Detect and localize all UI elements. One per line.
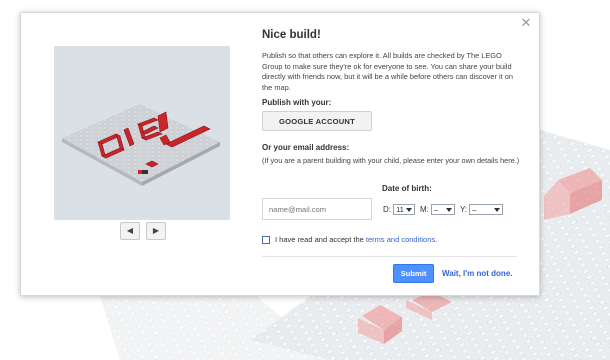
year-label: Y: [460, 205, 468, 214]
parent-note: (If you are a parent building with your … [262, 156, 520, 165]
dob-year-group: Y: – [460, 204, 504, 215]
terms-link[interactable]: terms and conditions [366, 235, 435, 244]
arrow-left-icon: ◀ [126, 226, 134, 235]
dob-label: Date of birth: [382, 184, 432, 193]
month-label: M: [420, 205, 429, 214]
day-select[interactable]: 11 [393, 204, 416, 215]
day-label: D: [383, 205, 391, 214]
dialog-description: Publish so that others can explore it. A… [262, 51, 513, 92]
arrow-right-icon: ▶ [152, 226, 160, 235]
build-preview: ◀ ▶ [54, 46, 230, 240]
terms-row: I have read and accept the terms and con… [262, 235, 438, 245]
publish-with-label: Publish with your: [262, 98, 332, 107]
next-view-button[interactable]: ▶ [146, 222, 166, 240]
dialog-title: Nice build! [262, 29, 321, 41]
publish-dialog: ✕ ◀ ▶ Nice build! Publish so that others… [20, 12, 540, 296]
google-account-button[interactable]: GOOGLE ACCOUNT [262, 111, 372, 131]
submit-button[interactable]: Submit [393, 264, 434, 283]
previous-view-button[interactable]: ◀ [120, 222, 140, 240]
dob-day-group: D: 11 [383, 204, 416, 215]
divider [262, 256, 517, 257]
build-preview-image [62, 104, 220, 186]
terms-checkbox[interactable] [262, 236, 270, 245]
email-input[interactable] [262, 198, 372, 220]
not-done-link[interactable]: Wait, I'm not done. [442, 269, 513, 278]
month-select[interactable]: – [431, 204, 456, 215]
close-icon[interactable]: ✕ [519, 16, 533, 30]
terms-text: I have read and accept the [275, 235, 366, 244]
dob-month-group: M: – [420, 204, 456, 215]
year-select[interactable]: – [469, 204, 504, 215]
terms-suffix: . [435, 235, 438, 244]
email-label: Or your email address: [262, 143, 350, 152]
